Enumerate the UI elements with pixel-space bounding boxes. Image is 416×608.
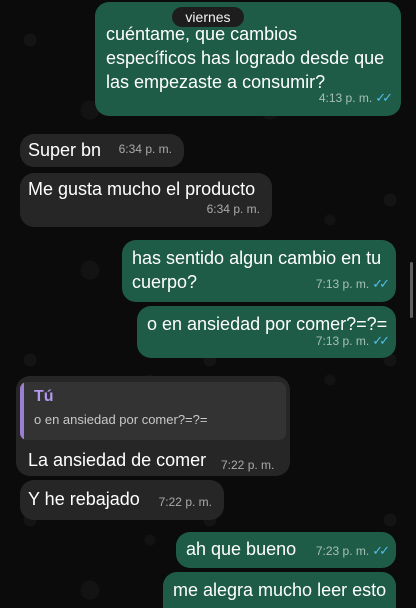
double-check-read-icon: ✓✓ <box>372 333 390 348</box>
message-meta: 4:13 p. m. ✓✓ <box>318 86 393 110</box>
message-time: 6:34 p. m. <box>118 142 172 156</box>
message-bubble-outgoing[interactable]: ah que bueno 7:23 p. m. ✓✓ <box>176 532 396 568</box>
chat-view[interactable]: viernes cuéntame, que cambios específico… <box>0 0 416 608</box>
message-bubble-outgoing[interactable]: has sentido algun cambio en tu cuerpo? 7… <box>122 240 396 302</box>
message-time: 7:13 p. m. <box>315 334 370 348</box>
message-bubble-incoming[interactable]: Me gusta mucho el producto 6:34 p. m. <box>20 173 272 227</box>
message-meta: 7:13 p. m. ✓✓ <box>315 272 390 296</box>
message-bubble-outgoing[interactable]: o en ansiedad por comer?=?= 7:13 p. m. ✓✓ <box>137 306 396 358</box>
message-bubble-outgoing[interactable]: me alegra mucho leer esto <box>163 572 396 608</box>
message-bubble-incoming[interactable]: Y he rebajado 7:22 p. m. <box>20 480 224 520</box>
message-time: 7:22 p. m. <box>221 458 275 472</box>
message-time: 4:13 p. m. <box>318 91 373 105</box>
message-meta: 7:13 p. m. ✓✓ <box>315 329 390 353</box>
message-time: 7:13 p. m. <box>315 277 370 291</box>
double-check-read-icon: ✓✓ <box>372 276 390 291</box>
quote-author: Tú <box>34 388 54 405</box>
message-time: 6:34 p. m. <box>206 202 260 216</box>
quoted-message[interactable]: Tú o en ansiedad por comer?=?= <box>20 382 286 440</box>
message-time: 7:23 p. m. <box>315 544 370 558</box>
quote-text: o en ansiedad por comer?=?= <box>34 412 208 427</box>
message-bubble-incoming[interactable]: Super bn 6:34 p. m. <box>20 134 184 167</box>
message-time: 7:22 p. m. <box>158 495 212 509</box>
message-text: cuéntame, que cambios específicos has lo… <box>106 24 385 92</box>
date-separator: viernes <box>172 7 244 27</box>
message-bubble-outgoing[interactable]: cuéntame, que cambios específicos has lo… <box>95 2 401 116</box>
quote-accent-bar <box>20 382 24 440</box>
message-text: me alegra mucho leer esto <box>173 580 387 600</box>
double-check-read-icon: ✓✓ <box>372 543 390 558</box>
scrollbar[interactable] <box>410 262 413 318</box>
message-meta: 7:23 p. m. ✓✓ <box>315 539 390 563</box>
double-check-read-icon: ✓✓ <box>375 90 393 105</box>
message-text: La ansiedad de comer <box>28 450 207 470</box>
